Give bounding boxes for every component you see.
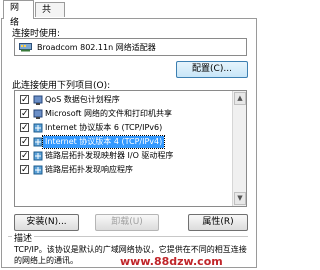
item-label: 链路层拓扑发现响应程序 bbox=[45, 165, 133, 174]
connection-items-list[interactable]: ✓ QoS 数据包计划程序 ✓ Microsoft 网络的文件和打印机共享 ✓ … bbox=[14, 90, 247, 207]
item-checkbox[interactable]: ✓ bbox=[20, 109, 29, 119]
tab-strip: 网络 共享 bbox=[0, 0, 259, 30]
tab-network[interactable]: 网络 bbox=[3, 0, 34, 28]
adapter-name: Broadcom 802.11n 网络适配器 bbox=[37, 43, 156, 52]
item-label: 链路层拓扑发现映射器 I/O 驱动程序 bbox=[45, 151, 174, 160]
list-item[interactable]: ✓ Microsoft 网络的文件和打印机共享 bbox=[15, 108, 233, 121]
protocol-icon bbox=[33, 151, 43, 161]
item-checkbox[interactable]: ✓ bbox=[20, 95, 29, 105]
watermark-text: www.88dzw.com bbox=[120, 255, 223, 268]
item-checkbox[interactable]: ✓ bbox=[20, 137, 29, 147]
item-label: Internet 协议版本 6 (TCP/IPv6) bbox=[45, 123, 163, 132]
description-title: 描述 bbox=[12, 231, 35, 244]
protocol-icon bbox=[33, 137, 43, 147]
list-scrollbar[interactable]: ▲ ▼ bbox=[232, 91, 246, 206]
protocol-icon bbox=[33, 123, 43, 133]
item-label: QoS 数据包计划程序 bbox=[45, 95, 120, 104]
scroll-down-icon[interactable]: ▼ bbox=[234, 192, 246, 205]
tab-sharing[interactable]: 共享 bbox=[35, 2, 65, 30]
network-adapter-icon bbox=[19, 43, 32, 52]
list-item[interactable]: ✓ 链路层拓扑发现响应程序 bbox=[15, 164, 233, 177]
list-item[interactable]: ✓ QoS 数据包计划程序 bbox=[15, 94, 233, 107]
list-item[interactable]: ✓ 链路层拓扑发现映射器 I/O 驱动程序 bbox=[15, 150, 233, 163]
scroll-up-icon[interactable]: ▲ bbox=[234, 92, 246, 105]
list-item[interactable]: ✓ Internet 协议版本 6 (TCP/IPv6) bbox=[15, 122, 233, 135]
item-checkbox[interactable]: ✓ bbox=[20, 165, 29, 175]
service-icon bbox=[33, 95, 43, 105]
item-checkbox[interactable]: ✓ bbox=[20, 123, 29, 133]
uninstall-button[interactable]: 卸载(U) bbox=[95, 214, 159, 231]
adapter-field: Broadcom 802.11n 网络适配器 bbox=[14, 38, 247, 56]
item-label: Microsoft 网络的文件和打印机共享 bbox=[45, 109, 172, 118]
item-checkbox[interactable]: ✓ bbox=[20, 151, 29, 161]
service-icon bbox=[33, 109, 43, 119]
properties-button[interactable]: 属性(R) bbox=[188, 214, 248, 231]
configure-button[interactable]: 配置(C)... bbox=[176, 61, 248, 78]
list-item[interactable]: ✓ Internet 协议版本 4 (TCP/IPv4) bbox=[15, 135, 233, 149]
install-button[interactable]: 安装(N)... bbox=[14, 214, 79, 231]
protocol-icon bbox=[33, 165, 43, 175]
item-label: Internet 协议版本 4 (TCP/IPv4) bbox=[41, 135, 166, 149]
